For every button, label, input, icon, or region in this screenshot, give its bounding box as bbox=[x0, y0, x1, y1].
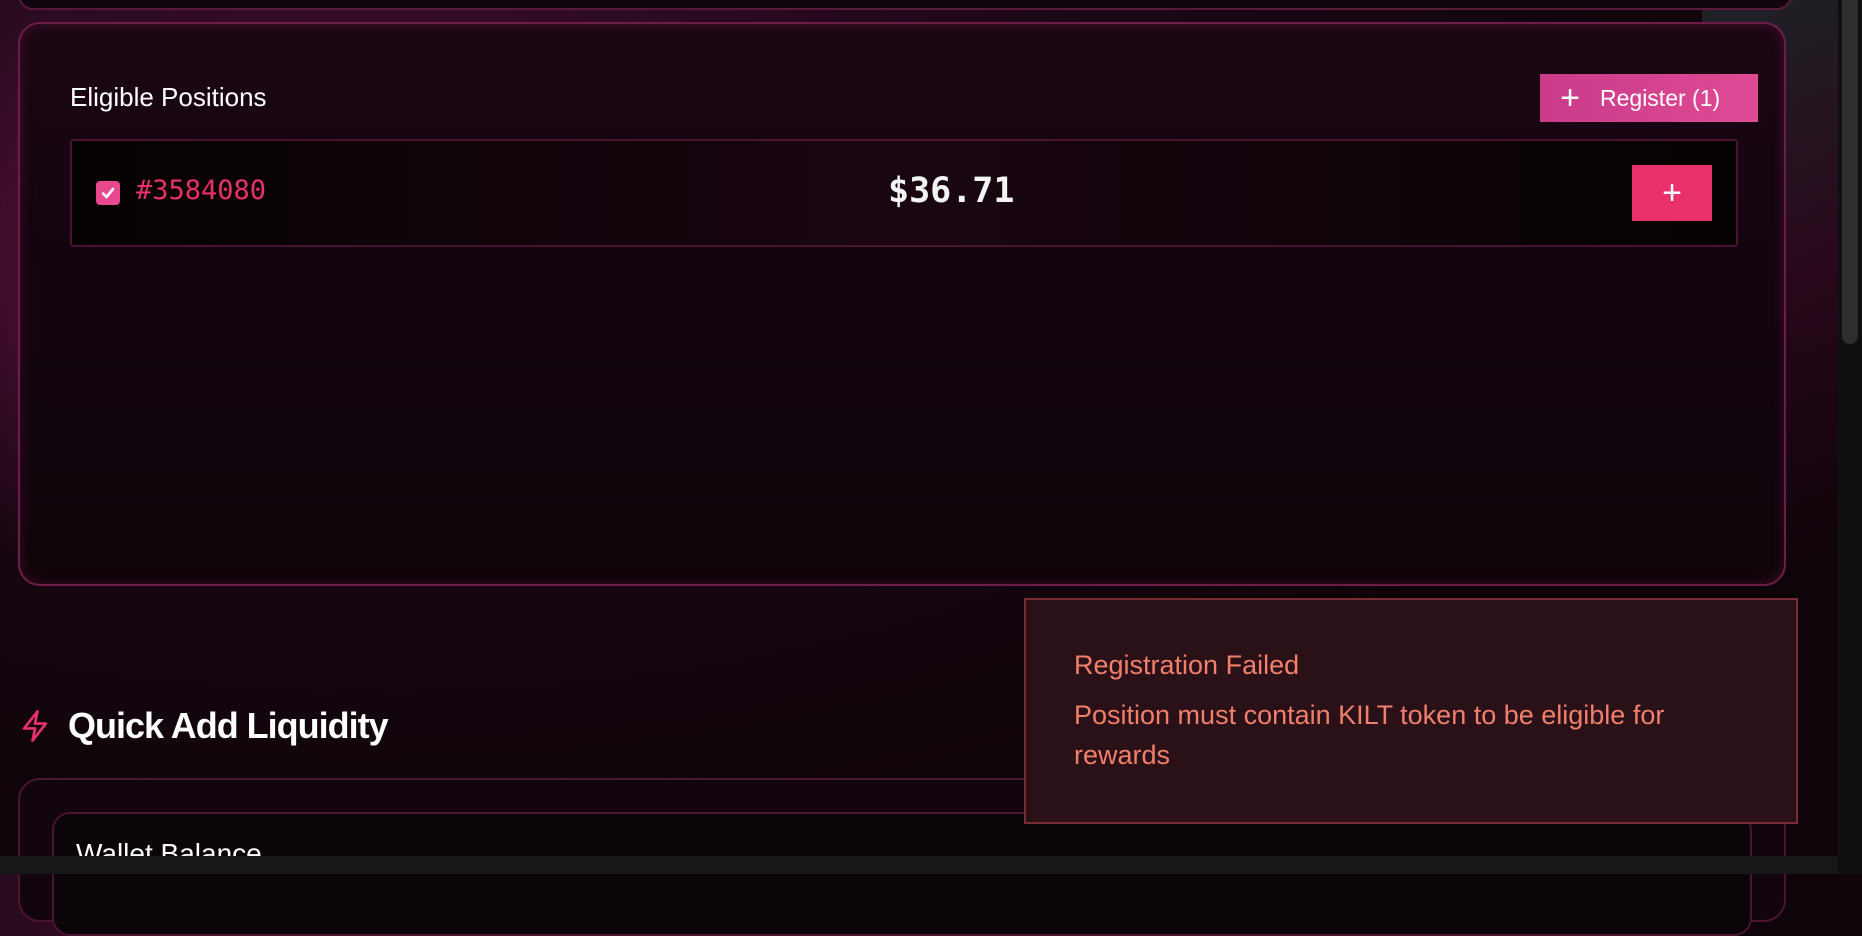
register-button[interactable]: + Register (1) bbox=[1540, 74, 1758, 122]
quick-add-heading: Quick Add Liquidity bbox=[20, 705, 389, 747]
eligible-positions-card: Eligible Positions + Register (1) #35840… bbox=[18, 22, 1786, 586]
section-title: Quick Add Liquidity bbox=[68, 705, 389, 746]
previous-card-edge bbox=[18, 0, 1792, 10]
position-id[interactable]: #3584080 bbox=[136, 175, 266, 206]
toast-message: Position must contain KILT token to be e… bbox=[1074, 700, 1665, 770]
lightning-bolt-icon bbox=[22, 710, 48, 742]
plus-icon: + bbox=[1560, 79, 1580, 117]
position-value: $36.71 bbox=[888, 171, 1015, 211]
position-row: #3584080 $36.71 + bbox=[70, 139, 1738, 247]
plus-icon: + bbox=[1662, 174, 1682, 212]
toast-title: Registration Failed bbox=[1074, 650, 1300, 680]
checkmark-icon bbox=[101, 187, 115, 199]
add-position-button[interactable]: + bbox=[1632, 165, 1712, 221]
position-checkbox[interactable] bbox=[96, 181, 120, 205]
wallet-balance-panel: Wallet Balance bbox=[52, 812, 1752, 936]
horizontal-scrollbar[interactable] bbox=[0, 856, 1862, 874]
error-toast[interactable]: Registration Failed Position must contai… bbox=[1024, 598, 1798, 824]
scrollbar-thumb[interactable] bbox=[1842, 0, 1858, 344]
vertical-scrollbar[interactable] bbox=[1838, 0, 1862, 874]
register-button-label: Register (1) bbox=[1600, 84, 1721, 111]
card-title: Eligible Positions bbox=[70, 82, 267, 112]
